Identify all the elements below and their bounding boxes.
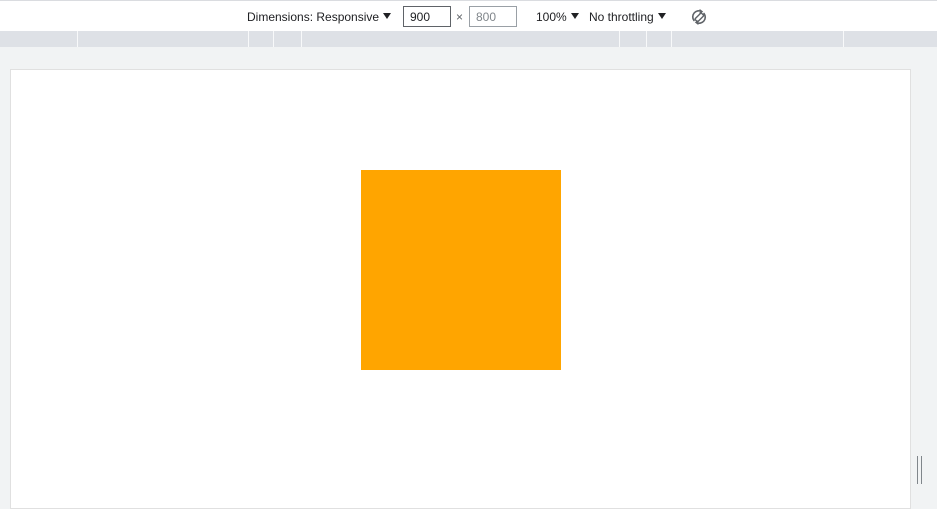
media-query-divider xyxy=(619,31,620,47)
resize-grip-line xyxy=(917,456,918,484)
zoom-dropdown[interactable]: 100% xyxy=(536,1,579,32)
throttling-dropdown[interactable]: No throttling xyxy=(589,1,666,32)
media-query-bar[interactable] xyxy=(0,31,937,47)
device-viewport xyxy=(10,69,911,509)
media-query-divider xyxy=(671,31,672,47)
media-query-divider xyxy=(646,31,647,47)
chevron-down-icon xyxy=(570,12,579,19)
media-query-divider xyxy=(77,31,78,47)
device-toolbar: Dimensions: Responsive × 100% No throttl… xyxy=(0,0,937,31)
media-query-divider xyxy=(273,31,274,47)
times-separator: × xyxy=(456,9,464,24)
height-input[interactable] xyxy=(469,6,517,27)
chevron-down-icon xyxy=(657,12,666,19)
zoom-label: 100% xyxy=(536,9,567,24)
orange-square xyxy=(361,170,561,370)
resize-handle[interactable] xyxy=(917,456,925,484)
chevron-down-icon xyxy=(383,12,392,19)
throttling-label: No throttling xyxy=(589,9,654,24)
media-query-divider xyxy=(301,31,302,47)
resize-grip-line xyxy=(921,456,922,484)
rotate-icon[interactable] xyxy=(689,7,709,27)
dimensions-dropdown[interactable]: Dimensions: Responsive xyxy=(247,1,392,32)
dimensions-label: Dimensions: Responsive xyxy=(247,9,380,24)
media-query-divider xyxy=(248,31,249,47)
media-query-divider xyxy=(843,31,844,47)
width-input[interactable] xyxy=(403,6,451,27)
